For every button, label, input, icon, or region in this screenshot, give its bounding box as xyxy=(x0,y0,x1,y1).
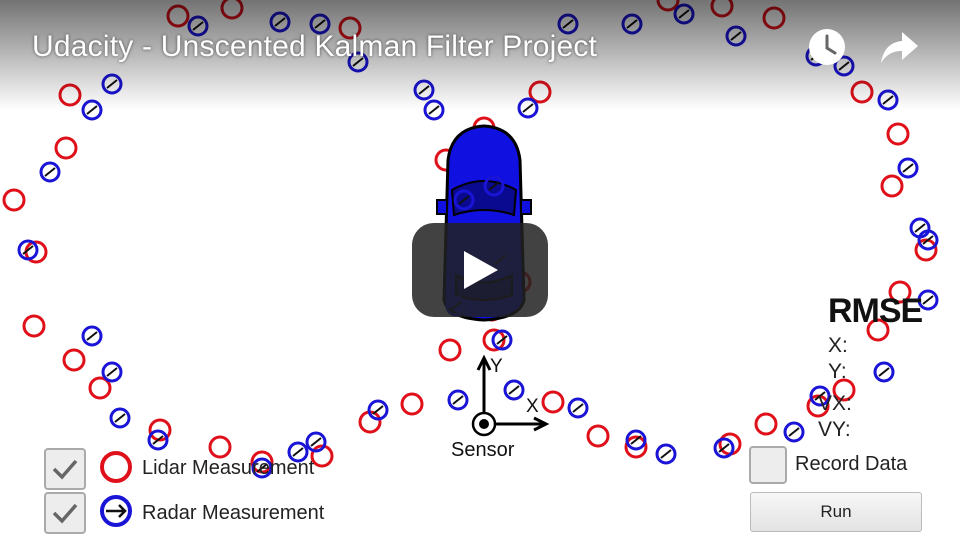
radar-velocity-arrow xyxy=(428,105,440,115)
lidar-measurement-marker xyxy=(220,0,244,20)
rmse-x-label: X: xyxy=(828,334,848,357)
run-button[interactable]: Run xyxy=(750,492,922,532)
radar-velocity-arrow xyxy=(292,447,304,457)
share-arrow-icon[interactable] xyxy=(878,26,920,68)
radar-velocity-arrow xyxy=(86,331,98,341)
radar-velocity-arrow xyxy=(678,9,690,19)
radar-velocity-arrow xyxy=(730,31,742,41)
radar-velocity-arrow xyxy=(522,103,534,113)
lidar-legend-label: Lidar Measurement xyxy=(142,457,315,479)
sensor-dot-icon xyxy=(479,419,489,429)
lidar-measurement-marker xyxy=(886,122,910,146)
lidar-measurement-marker xyxy=(2,188,26,212)
radar-velocity-arrow xyxy=(274,17,286,27)
radar-velocity-arrow xyxy=(572,403,584,413)
axis-x-label: X xyxy=(526,396,539,417)
clock-icon[interactable] xyxy=(806,26,848,68)
lidar-measurement-marker xyxy=(54,136,78,160)
record-data-label: Record Data xyxy=(795,453,908,475)
video-title[interactable]: Udacity - Unscented Kalman Filter Projec… xyxy=(32,30,597,64)
radar-velocity-arrow xyxy=(902,163,914,173)
radar-velocity-arrow xyxy=(114,413,126,423)
checkmark-icon xyxy=(52,459,78,480)
radar-velocity-arrow xyxy=(106,367,118,377)
radar-velocity-arrow xyxy=(452,395,464,405)
radar-velocity-arrow xyxy=(314,19,326,29)
rmse-title: RMSE xyxy=(828,292,923,330)
radar-checkbox[interactable] xyxy=(44,492,86,534)
lidar-measurement-marker xyxy=(400,392,424,416)
lidar-marker-icon xyxy=(97,448,135,486)
record-data-checkbox[interactable] xyxy=(749,446,787,484)
play-icon[interactable] xyxy=(412,223,548,317)
radar-velocity-arrow xyxy=(878,367,890,377)
rmse-y-label: Y: xyxy=(828,360,847,383)
radar-velocity-arrow xyxy=(788,427,800,437)
radar-legend-label: Radar Measurement xyxy=(142,502,325,524)
lidar-measurement-marker xyxy=(850,80,874,104)
axis-y-label: Y xyxy=(490,356,503,377)
lidar-measurement-marker xyxy=(880,174,904,198)
radar-velocity-arrow xyxy=(418,85,430,95)
lidar-measurement-marker xyxy=(22,314,46,338)
lidar-measurement-marker xyxy=(762,6,786,30)
radar-velocity-arrow xyxy=(44,167,56,177)
lidar-checkbox[interactable] xyxy=(44,448,86,490)
lidar-measurement-marker xyxy=(166,4,190,28)
lidar-measurement-marker xyxy=(656,0,680,12)
lidar-measurement-marker xyxy=(208,435,232,459)
radar-velocity-arrow xyxy=(86,105,98,115)
lidar-measurement-marker xyxy=(754,412,778,436)
lidar-measurement-marker xyxy=(58,83,82,107)
radar-velocity-arrow xyxy=(922,295,934,305)
rmse-vy-label: VY: xyxy=(818,418,851,441)
sensor-label: Sensor xyxy=(451,439,515,461)
radar-velocity-arrow xyxy=(192,21,204,31)
radar-marker-icon xyxy=(97,492,135,530)
lidar-measurement-marker xyxy=(710,0,734,18)
radar-velocity-arrow xyxy=(882,95,894,105)
radar-velocity-arrow xyxy=(626,19,638,29)
radar-velocity-arrow xyxy=(508,385,520,395)
lidar-measurement-marker xyxy=(718,432,742,456)
radar-velocity-arrow xyxy=(562,19,574,29)
lidar-measurement-marker xyxy=(541,390,565,414)
simulator-viewport: Udacity - Unscented Kalman Filter Projec… xyxy=(0,0,960,542)
radar-velocity-arrow xyxy=(106,79,118,89)
radar-velocity-arrow xyxy=(660,449,672,459)
rmse-vx-label: VX: xyxy=(818,392,852,415)
lidar-measurement-marker xyxy=(438,338,462,362)
radar-velocity-arrow xyxy=(372,405,384,415)
lidar-measurement-marker xyxy=(586,424,610,448)
checkmark-icon xyxy=(52,503,78,524)
lidar-measurement-marker xyxy=(62,348,86,372)
